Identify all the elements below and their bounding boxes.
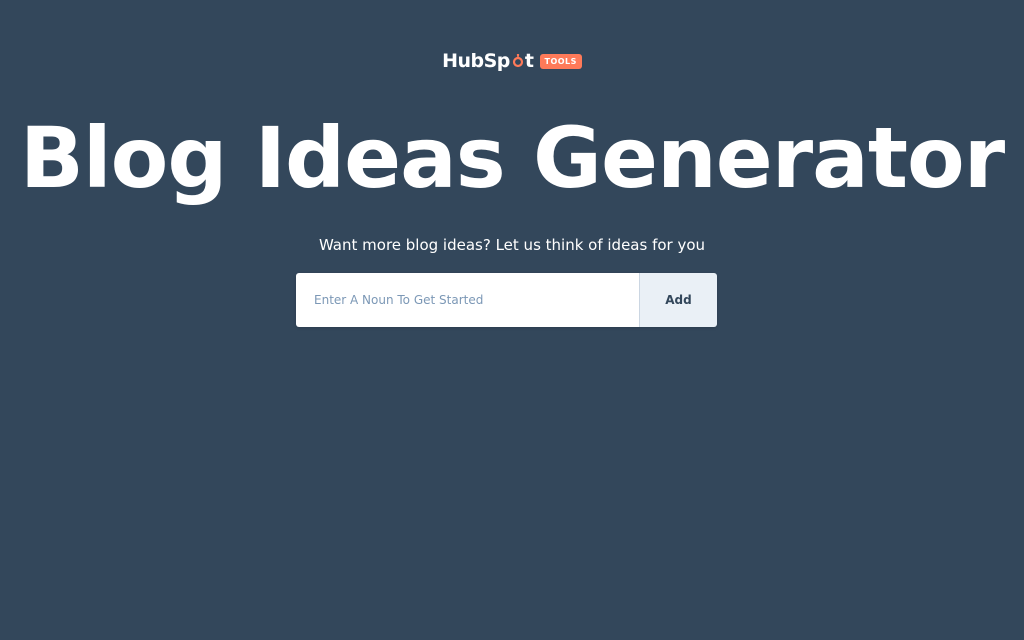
add-button[interactable]: Add — [639, 273, 717, 327]
page-subtitle: Want more blog ideas? Let us think of id… — [318, 236, 706, 254]
hubspot-tools-logo[interactable]: HubSp t TOOLS — [0, 50, 1024, 72]
logo-text-start: HubSp — [442, 50, 510, 72]
sprocket-icon — [512, 54, 524, 68]
hubspot-logo: HubSp t — [442, 50, 534, 72]
tools-badge: TOOLS — [539, 53, 582, 69]
logo-text-end: t — [524, 50, 534, 72]
page-title: Blog Ideas Generator — [19, 109, 1005, 207]
noun-input[interactable] — [296, 273, 639, 327]
noun-form: Add — [296, 273, 717, 327]
